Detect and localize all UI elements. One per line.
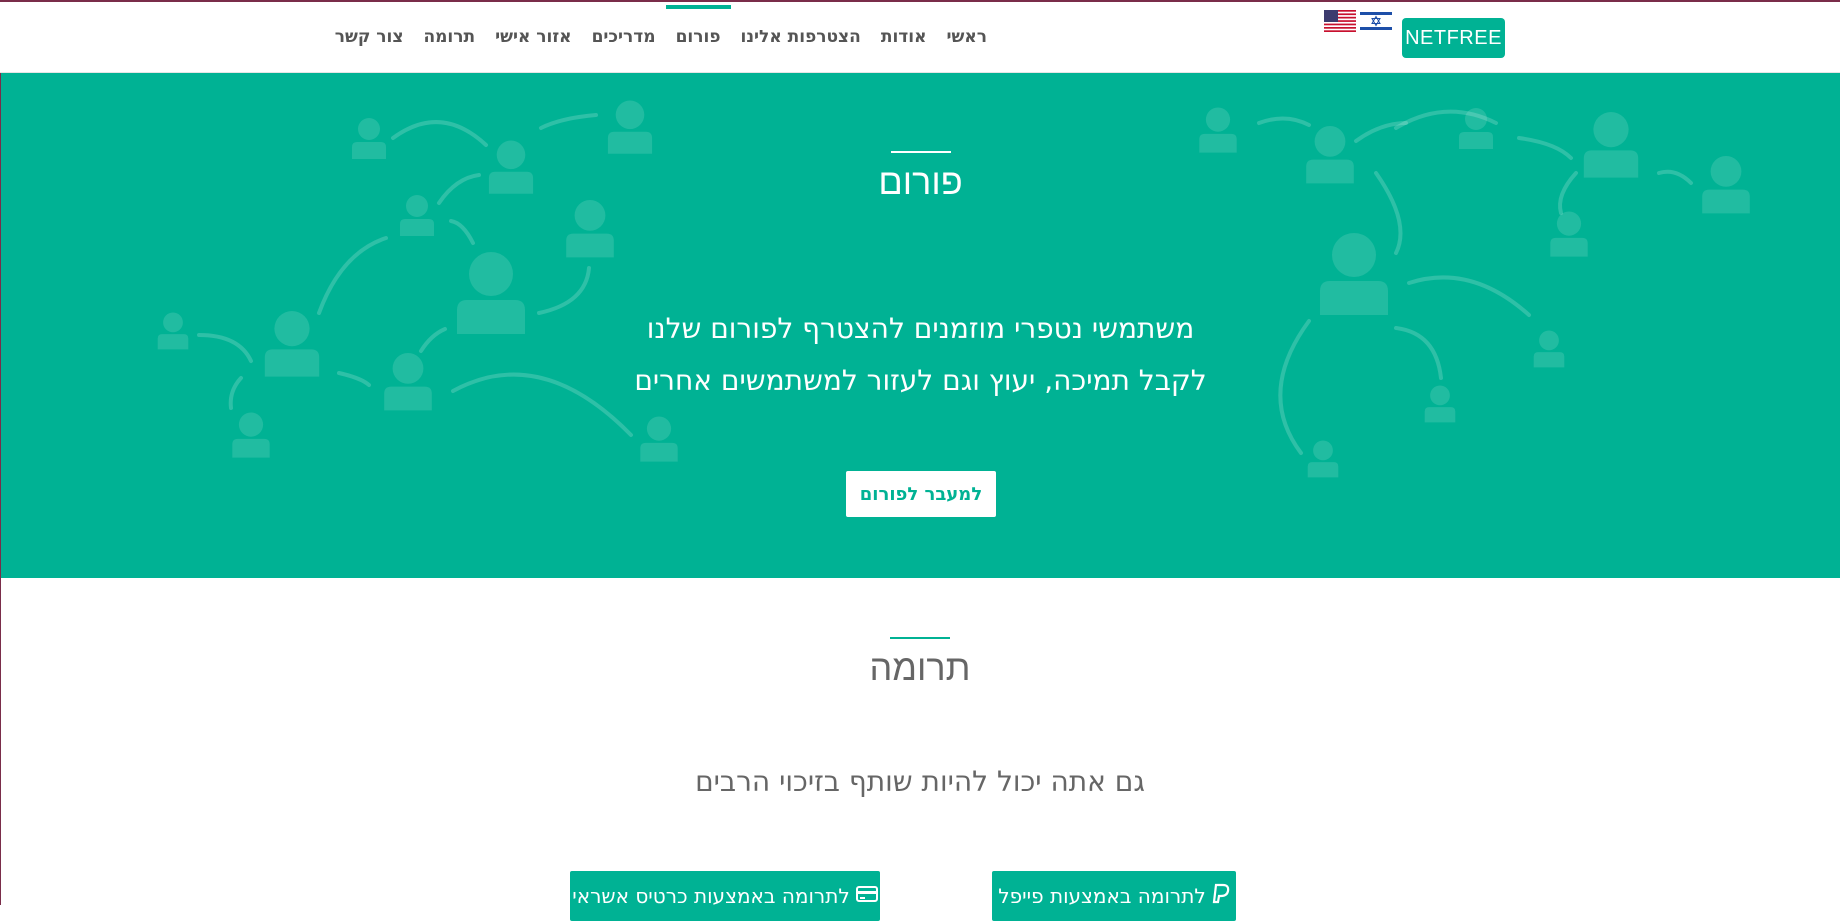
nav-item-forum[interactable]: פורום (665, 2, 731, 72)
donate-credit-card-label: לתרומה באמצעות כרטיס אשראי (572, 884, 850, 908)
nav-label: פורום (675, 27, 721, 47)
nav-item-about[interactable]: אודות (871, 2, 937, 72)
nav-label: תרומה (423, 27, 476, 47)
nav-label: הצטרפות אלינו (740, 27, 861, 47)
forum-title: פורום (878, 162, 963, 203)
donation-title: תרומה (869, 648, 971, 689)
us-flag-icon[interactable] (1324, 10, 1356, 32)
nav-item-guides[interactable]: מדריכים (582, 2, 666, 72)
forum-description-line-1: משתמשי נטפרי מוזמנים להצטרף לפורום שלנו (646, 312, 1195, 345)
logo-text-light: FREE (1446, 26, 1502, 49)
go-to-forum-button[interactable]: למעבר לפורום (846, 471, 996, 517)
donate-credit-card-button[interactable]: לתרומה באמצעות כרטיס אשראי (570, 871, 880, 921)
main-nav: ראשי אודות הצטרפות אלינו פורום מדריכים א… (325, 2, 997, 72)
nav-label: צור קשר (334, 27, 404, 47)
hebrew-flag-icon[interactable] (1360, 10, 1392, 32)
donate-paypal-button[interactable]: לתרומה באמצעות פייפל (992, 871, 1236, 921)
nav-label: מדריכים (591, 27, 656, 47)
forum-title-rule (891, 151, 951, 153)
nav-label: אודות (880, 27, 927, 47)
donate-paypal-label: לתרומה באמצעות פייפל (998, 884, 1206, 908)
nav-item-donation[interactable]: תרומה (413, 2, 485, 72)
nav-label: ראשי (946, 27, 987, 47)
forum-section: פורום משתמשי נטפרי מוזמנים להצטרף לפורום… (1, 73, 1840, 578)
forum-description: משתמשי נטפרי מוזמנים להצטרף לפורום שלנו … (1, 303, 1840, 407)
donation-title-rule (890, 637, 950, 639)
paypal-icon (1212, 883, 1230, 910)
nav-item-join[interactable]: הצטרפות אלינו (731, 2, 871, 72)
forum-description-line-2: לקבל תמיכה, יעוץ וגם לעזור למשתמשים אחרי… (634, 364, 1207, 397)
nav-item-home[interactable]: ראשי (936, 2, 997, 72)
nav-label: אזור אישי (495, 27, 572, 47)
nav-item-personal-area[interactable]: אזור אישי (485, 2, 581, 72)
site-header: NET FREE ראשי אודות הצטרפות אלינו פורום מ… (0, 2, 1840, 73)
netfree-logo[interactable]: NET FREE (1402, 18, 1505, 58)
logo-text-bold: NET (1405, 26, 1447, 49)
donation-subtitle: גם אתה יכול להיות שותף בזיכוי הרבים (695, 765, 1145, 798)
nav-item-contact[interactable]: צור קשר (325, 2, 414, 72)
credit-card-icon (855, 884, 878, 908)
